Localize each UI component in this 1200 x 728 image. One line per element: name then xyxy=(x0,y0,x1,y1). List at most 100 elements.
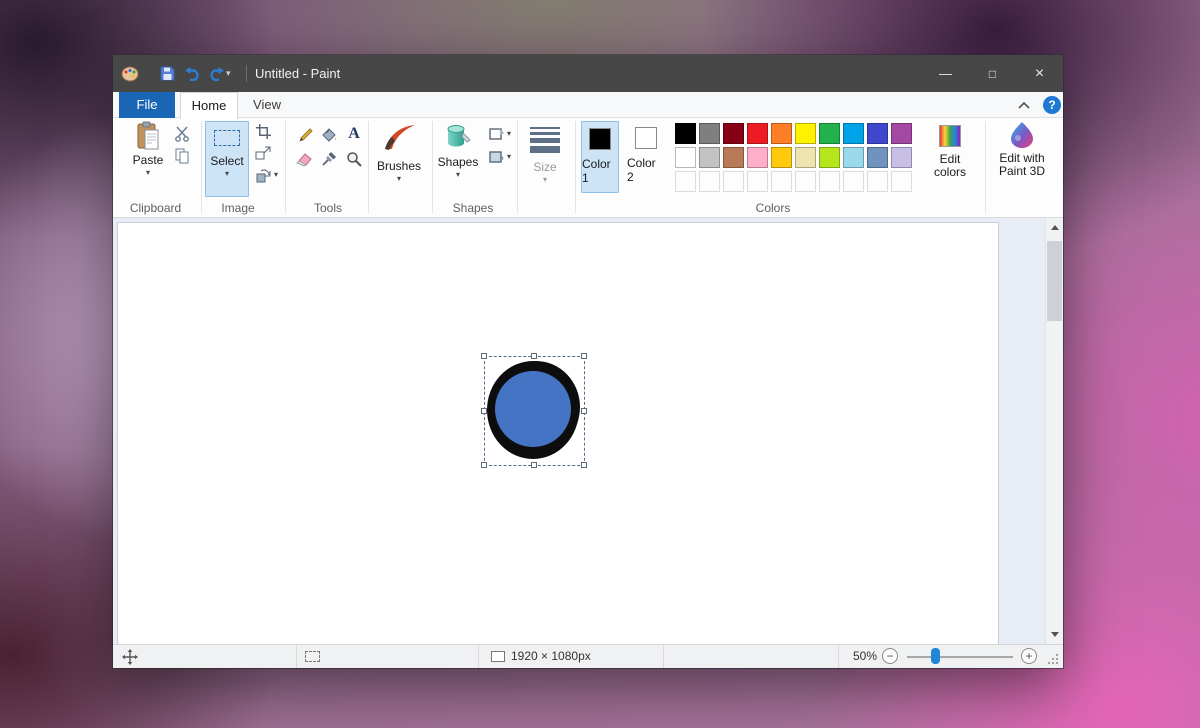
palette-swatch[interactable] xyxy=(843,171,864,192)
collapse-ribbon-button[interactable] xyxy=(1016,98,1034,112)
palette-swatch[interactable] xyxy=(747,147,768,168)
scroll-up-button[interactable] xyxy=(1046,219,1063,236)
selection-handle[interactable] xyxy=(481,353,487,359)
title-bar[interactable]: ▾ Untitled - Paint — □ × xyxy=(113,55,1063,92)
save-button[interactable] xyxy=(157,64,177,83)
palette-swatch[interactable] xyxy=(843,147,864,168)
paste-dropdown-icon: ▾ xyxy=(146,169,150,177)
group-divider xyxy=(985,121,986,213)
size-button[interactable]: Size ▾ xyxy=(523,121,567,184)
eraser-tool-button[interactable] xyxy=(293,148,315,170)
edit-colors-button[interactable]: Edit colors xyxy=(925,121,975,179)
maximize-button[interactable]: □ xyxy=(969,55,1016,92)
palette-swatch[interactable] xyxy=(771,123,792,144)
help-button[interactable]: ? xyxy=(1043,96,1061,114)
palette-swatch[interactable] xyxy=(723,147,744,168)
vertical-scrollbar[interactable] xyxy=(1045,218,1063,644)
rotate-dropdown-icon: ▾ xyxy=(274,171,278,179)
group-divider xyxy=(432,121,433,213)
pencil-tool-button[interactable] xyxy=(293,123,315,145)
statusbar-divider xyxy=(296,645,297,668)
palette-swatch[interactable] xyxy=(891,171,912,192)
selection-handle[interactable] xyxy=(531,353,537,359)
shape-fill-icon xyxy=(489,150,505,164)
resize-button[interactable] xyxy=(254,144,272,162)
drawing-canvas[interactable] xyxy=(118,223,998,644)
palette-swatch[interactable] xyxy=(795,171,816,192)
selection-handle[interactable] xyxy=(481,462,487,468)
zoom-in-button[interactable]: + xyxy=(1021,648,1037,664)
group-label-tools: Tools xyxy=(288,201,368,215)
size-label: Size xyxy=(533,160,556,174)
crop-button[interactable] xyxy=(254,122,272,140)
palette-swatch[interactable] xyxy=(843,123,864,144)
palette-swatch[interactable] xyxy=(747,123,768,144)
scrollbar-thumb[interactable] xyxy=(1047,241,1062,321)
minimize-button[interactable]: — xyxy=(922,55,969,92)
group-divider xyxy=(368,121,369,213)
palette-swatch[interactable] xyxy=(891,147,912,168)
undo-button[interactable] xyxy=(183,64,203,83)
shape-fill-button[interactable]: ▾ xyxy=(485,148,515,166)
qat-dropdown-icon[interactable]: ▾ xyxy=(226,64,231,83)
brushes-dropdown-icon: ▾ xyxy=(397,175,401,183)
palette-swatch[interactable] xyxy=(867,147,888,168)
palette-swatch[interactable] xyxy=(699,147,720,168)
selection-handle[interactable] xyxy=(581,462,587,468)
selection-box[interactable] xyxy=(484,356,585,466)
palette-swatch[interactable] xyxy=(771,171,792,192)
zoom-out-button[interactable]: − xyxy=(882,648,898,664)
palette-swatch[interactable] xyxy=(819,147,840,168)
resize-grip-icon[interactable] xyxy=(1047,653,1059,668)
tab-home[interactable]: Home xyxy=(180,92,238,119)
selection-handle[interactable] xyxy=(481,408,487,414)
palette-swatch[interactable] xyxy=(771,147,792,168)
palette-swatch[interactable] xyxy=(675,123,696,144)
close-button[interactable]: × xyxy=(1016,55,1063,92)
tab-file[interactable]: File xyxy=(119,92,175,118)
palette-swatch[interactable] xyxy=(699,171,720,192)
scroll-down-button[interactable] xyxy=(1046,626,1063,643)
palette-swatch[interactable] xyxy=(795,123,816,144)
shape-outline-icon xyxy=(489,127,505,141)
triangle-down-icon xyxy=(1051,632,1059,637)
shape-outline-button[interactable]: ▾ xyxy=(485,125,515,143)
edit-with-paint3d-button[interactable]: Edit with Paint 3D xyxy=(989,121,1055,178)
color-picker-tool-button[interactable] xyxy=(318,148,340,170)
group-label-colors: Colors xyxy=(673,201,873,215)
palette-swatch[interactable] xyxy=(867,171,888,192)
copy-button[interactable] xyxy=(173,147,191,165)
rotate-button[interactable]: ▾ xyxy=(254,166,280,184)
selection-handle[interactable] xyxy=(531,462,537,468)
palette-swatch[interactable] xyxy=(699,123,720,144)
fill-tool-button[interactable] xyxy=(318,123,340,145)
color1-button[interactable]: Color 1 xyxy=(581,121,619,193)
selection-handle[interactable] xyxy=(581,353,587,359)
palette-swatch[interactable] xyxy=(747,171,768,192)
color2-button[interactable]: Color 2 xyxy=(627,121,665,193)
cut-button[interactable] xyxy=(173,125,191,143)
palette-swatch[interactable] xyxy=(795,147,816,168)
redo-button[interactable] xyxy=(206,64,226,83)
palette-swatch[interactable] xyxy=(675,147,696,168)
shapes-button[interactable]: Shapes ▾ xyxy=(435,121,481,179)
palette-swatch[interactable] xyxy=(723,171,744,192)
zoom-slider-thumb[interactable] xyxy=(931,648,940,664)
brushes-button[interactable]: Brushes ▾ xyxy=(371,121,427,183)
selection-handle[interactable] xyxy=(581,408,587,414)
undo-icon xyxy=(184,67,202,81)
palette-swatch[interactable] xyxy=(891,123,912,144)
magnifier-tool-button[interactable] xyxy=(343,148,365,170)
palette-swatch[interactable] xyxy=(819,123,840,144)
canvas-size-text: 1920 × 1080px xyxy=(511,645,591,668)
select-button[interactable]: Select ▾ xyxy=(205,121,249,197)
palette-swatch[interactable] xyxy=(867,123,888,144)
group-divider xyxy=(285,121,286,213)
tab-view[interactable]: View xyxy=(238,92,296,118)
paste-button[interactable]: Paste ▾ xyxy=(125,121,171,177)
zoom-slider-track[interactable] xyxy=(907,656,1013,658)
text-tool-button[interactable]: A xyxy=(343,123,365,145)
palette-swatch[interactable] xyxy=(723,123,744,144)
palette-swatch[interactable] xyxy=(819,171,840,192)
palette-swatch[interactable] xyxy=(675,171,696,192)
